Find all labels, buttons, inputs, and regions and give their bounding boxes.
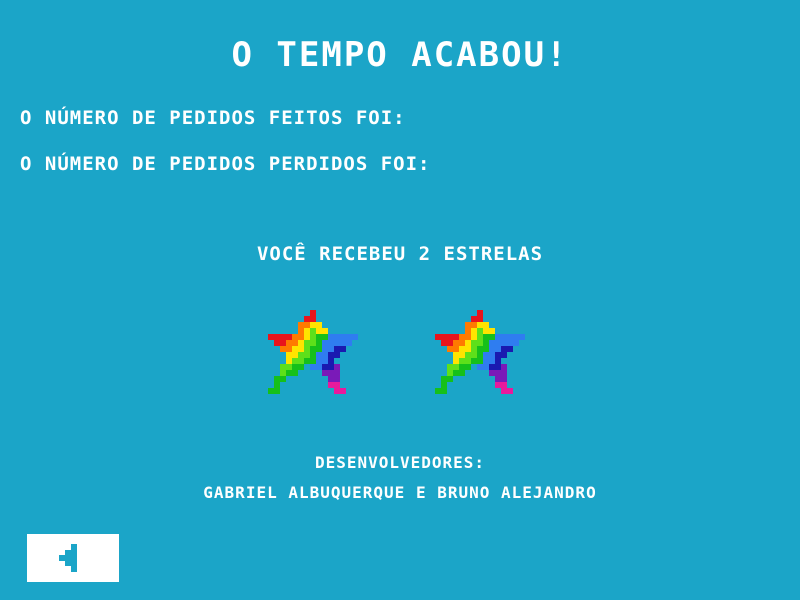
star-icon [427,306,527,402]
rating-text: VOCÊ RECEBEU 2 ESTRELAS [256,243,544,265]
credits-label: DESENVOLVEDORES: [314,453,486,472]
rainbow-star-graphic [435,310,525,394]
rainbow-star-graphic [268,310,358,394]
orders-lost-label: O NÚMERO DE PEDIDOS PERDIDOS FOI: [20,153,431,175]
back-arrow-icon [59,544,77,572]
star-icon [260,306,360,402]
orders-made-label: O NÚMERO DE PEDIDOS FEITOS FOI: [20,107,406,129]
back-button[interactable] [27,534,119,582]
page-title: O TEMPO ACABOU! [231,35,569,75]
credits-names: GABRIEL ALBUQUERQUE E BRUNO ALEJANDRO [203,483,597,502]
